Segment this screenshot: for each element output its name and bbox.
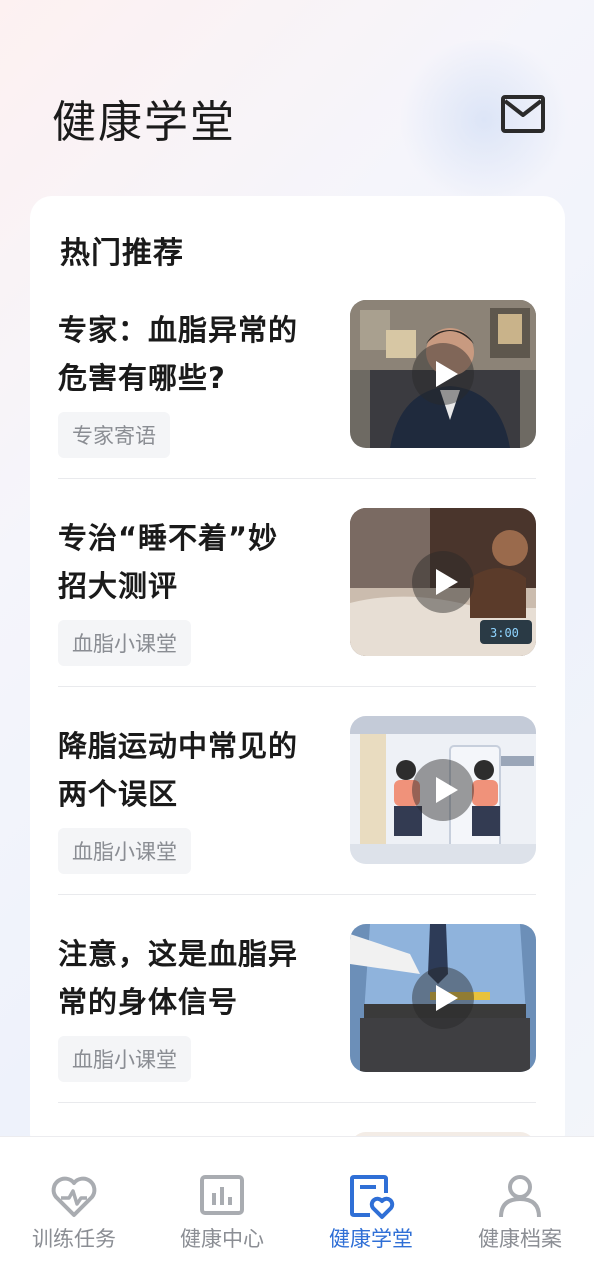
play-icon xyxy=(412,759,474,821)
tab-label: 健康学堂 xyxy=(329,1227,413,1251)
bottom-tab-bar: 训练任务 健康中心 健康学堂 健康档案 xyxy=(0,1136,594,1281)
play-icon xyxy=(412,967,474,1029)
list-item[interactable]: 专治“睡不着”妙招大测评 血脂小课堂 3:00 xyxy=(58,504,536,712)
svg-text:3:00: 3:00 xyxy=(490,626,519,640)
page-title: 健康学堂 xyxy=(52,97,236,148)
tab-label: 训练任务 xyxy=(32,1227,116,1251)
item-tag: 血脂小课堂 xyxy=(58,1036,191,1082)
item-title: 注意，这是血脂异常的身体信号 xyxy=(58,937,299,1019)
item-tag: 血脂小课堂 xyxy=(58,620,191,666)
tab-training-tasks[interactable]: 训练任务 xyxy=(0,1137,148,1281)
list-item[interactable]: 专家：血脂异常的危害有哪些? 专家寄语 xyxy=(58,296,536,504)
chart-icon xyxy=(200,1175,244,1215)
tab-health-school[interactable]: 健康学堂 xyxy=(297,1137,445,1281)
play-icon xyxy=(412,343,474,405)
mail-icon xyxy=(501,95,545,133)
tab-health-center[interactable]: 健康中心 xyxy=(148,1137,296,1281)
video-thumbnail[interactable] xyxy=(350,300,536,448)
item-tag: 专家寄语 xyxy=(58,412,170,458)
doc-heart-icon xyxy=(350,1175,395,1219)
divider xyxy=(58,478,536,479)
video-thumbnail[interactable]: 3:00 xyxy=(350,508,536,656)
video-thumbnail[interactable] xyxy=(350,924,536,1072)
play-icon xyxy=(412,551,474,613)
item-title: 专家：血脂异常的危害有哪些? xyxy=(58,313,299,395)
recommend-card: 热门推荐 专家：血脂异常的危害有哪些? 专家寄语 专治“睡不着”妙招大测评 血脂… xyxy=(30,196,565,1156)
section-title: 热门推荐 xyxy=(60,236,184,271)
item-tag: 血脂小课堂 xyxy=(58,828,191,874)
tab-health-records[interactable]: 健康档案 xyxy=(446,1137,594,1281)
divider xyxy=(58,686,536,687)
list-item[interactable]: 注意，这是血脂异常的身体信号 血脂小课堂 xyxy=(58,920,536,1128)
heart-pulse-icon xyxy=(51,1176,97,1217)
item-title: 降脂运动中常见的两个误区 xyxy=(58,729,299,811)
header: 健康学堂 xyxy=(0,0,594,190)
person-icon xyxy=(499,1175,541,1218)
divider xyxy=(58,894,536,895)
tab-label: 健康中心 xyxy=(180,1227,264,1251)
mail-button[interactable] xyxy=(500,94,546,134)
item-title: 专治“睡不着”妙招大测评 xyxy=(58,521,279,603)
video-thumbnail[interactable] xyxy=(350,716,536,864)
divider xyxy=(58,1102,536,1103)
list-item[interactable]: 降脂运动中常见的两个误区 血脂小课堂 xyxy=(58,712,536,920)
tab-label: 健康档案 xyxy=(478,1227,562,1251)
